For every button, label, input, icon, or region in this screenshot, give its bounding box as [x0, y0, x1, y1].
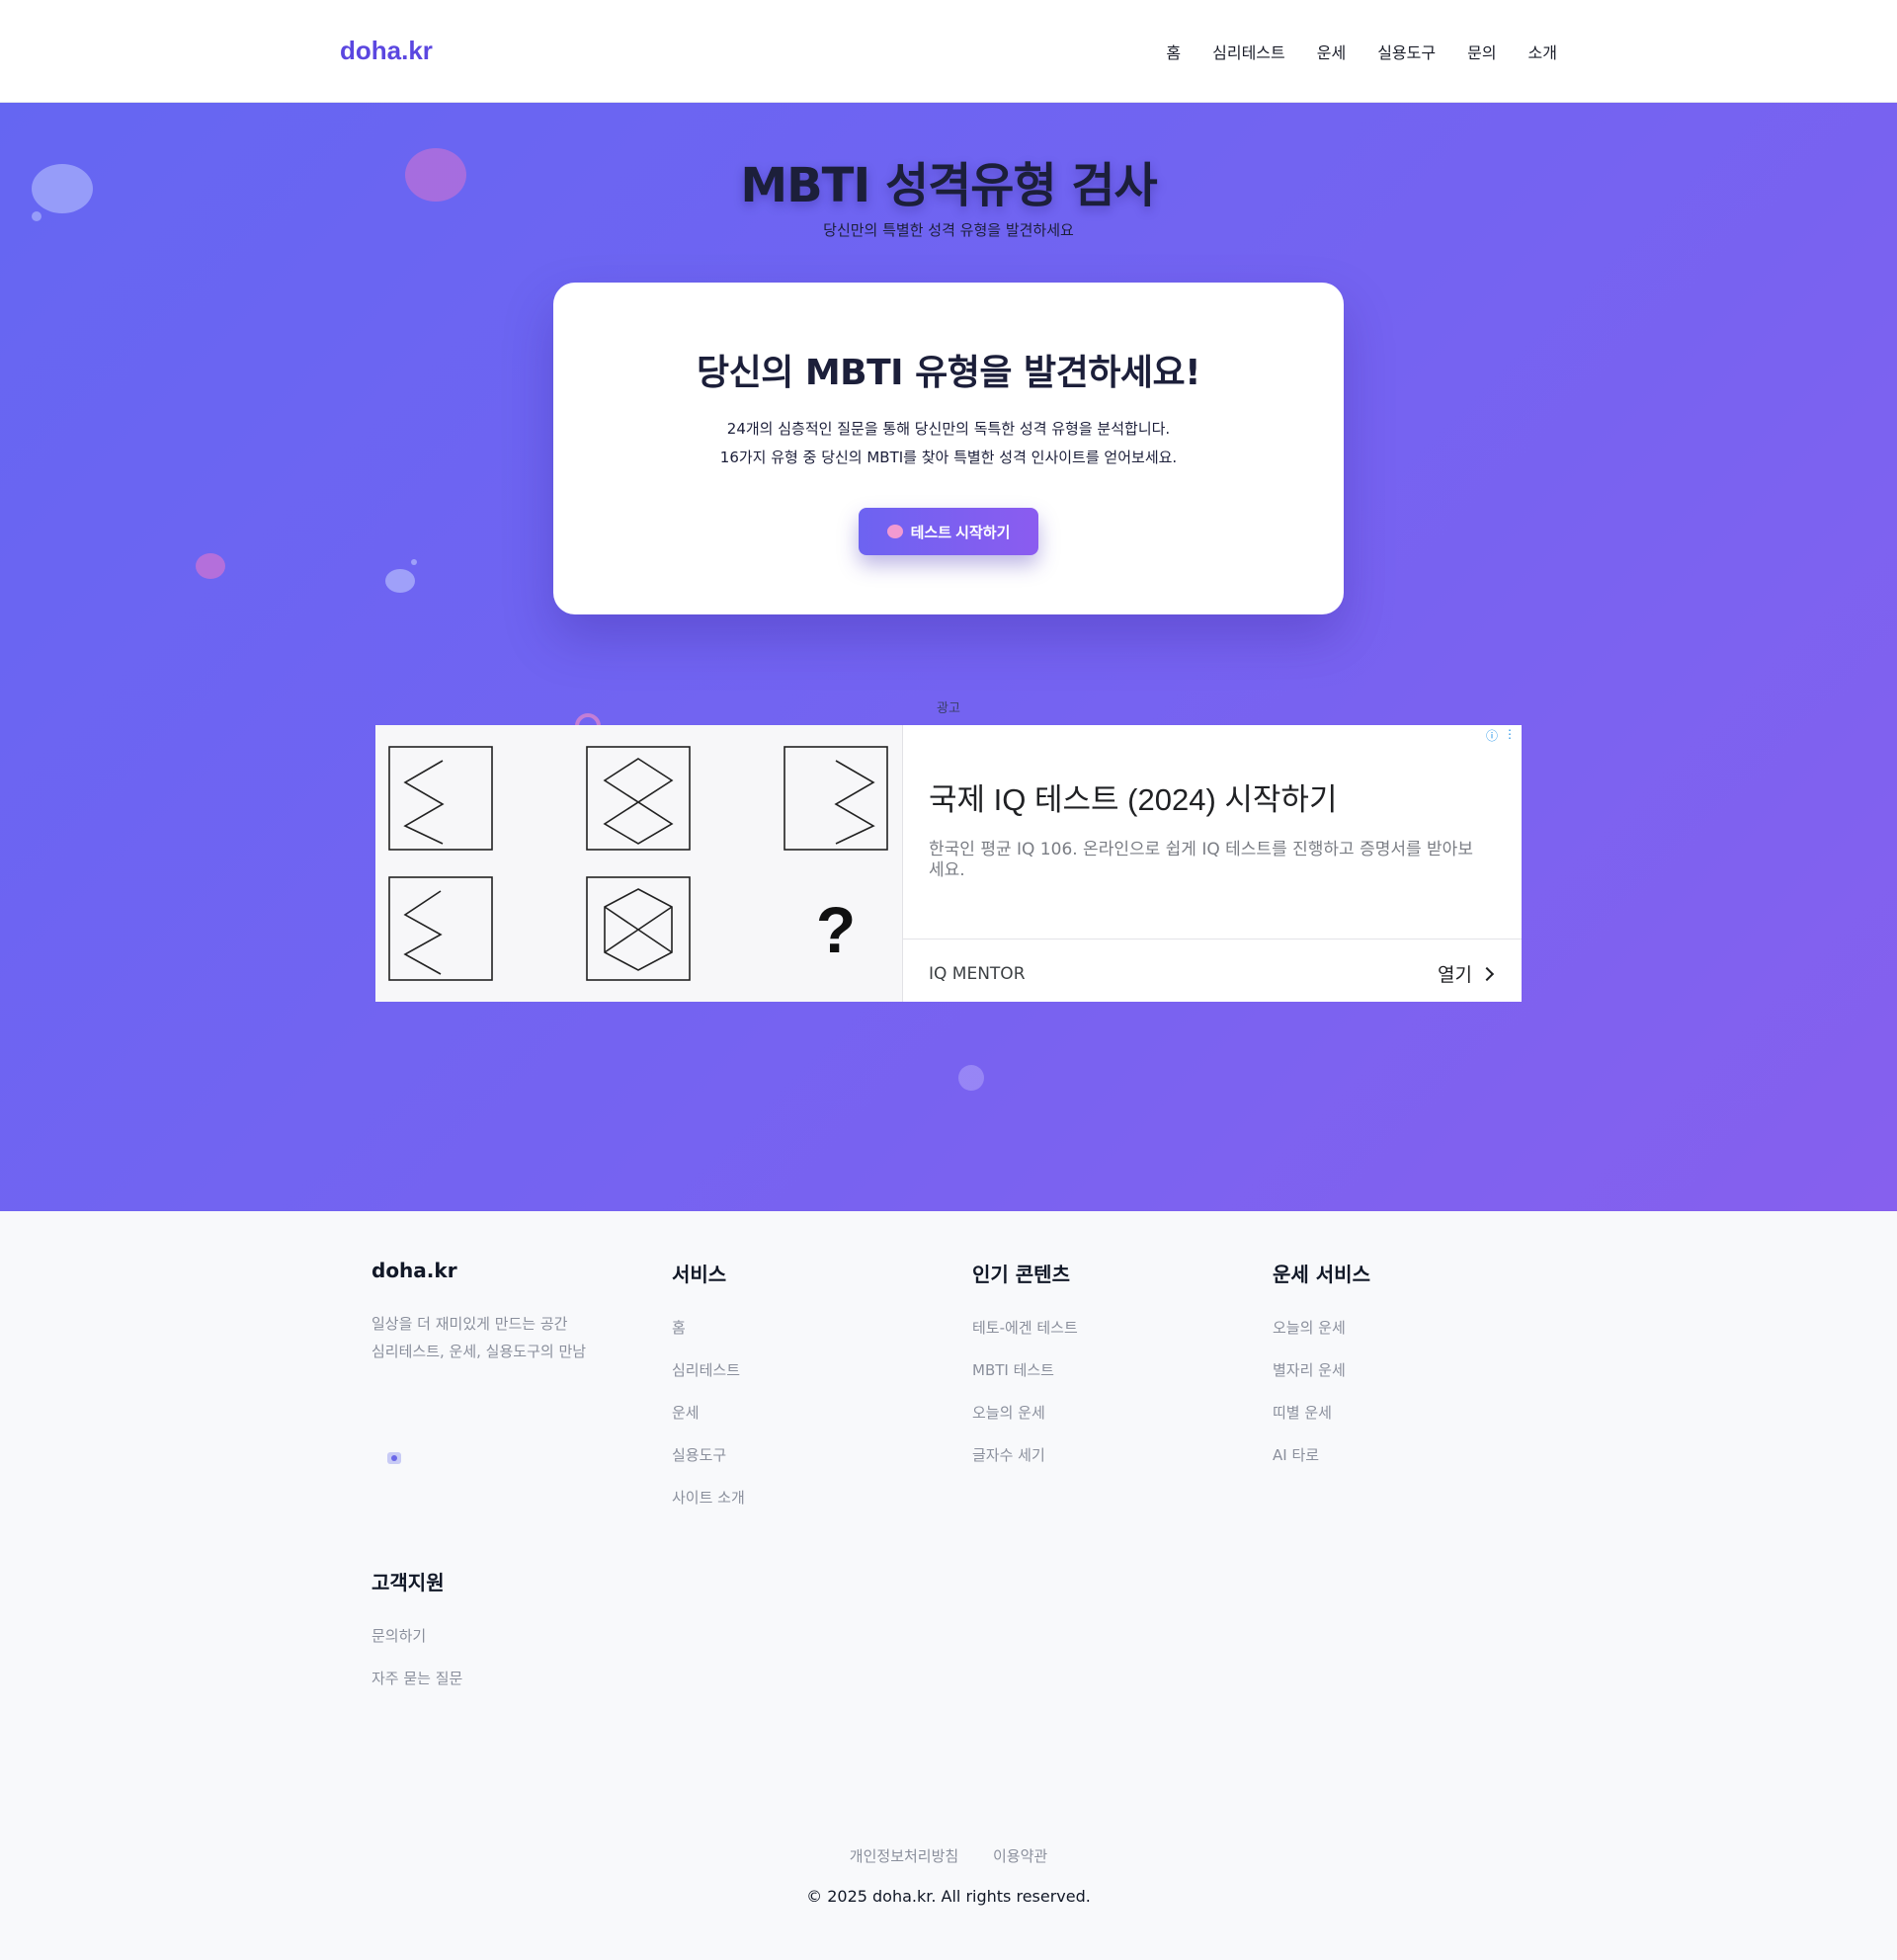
- sparkle-icon: [958, 1065, 984, 1091]
- nav-home[interactable]: 홈: [1166, 40, 1181, 63]
- footer-link[interactable]: 오늘의 운세: [1273, 1317, 1370, 1359]
- cloud-icon: [385, 569, 415, 593]
- puzzle-tile: [784, 746, 888, 851]
- nav-psych-tests[interactable]: 심리테스트: [1212, 40, 1285, 63]
- puzzle-tile-shape: [403, 760, 445, 845]
- footer-services-column: 서비스 홈 심리테스트 운세 실용도구 사이트 소개: [672, 1259, 745, 1529]
- nav-fortune[interactable]: 운세: [1317, 40, 1346, 63]
- ad-content[interactable]: ⓘ ⋮ 국제 IQ 테스트 (2024) 시작하기 한국인 평균 IQ 106.…: [903, 725, 1522, 1002]
- nav-tools[interactable]: 실용도구: [1377, 40, 1436, 63]
- hero-section: MBTI 성격유형 검사 당신만의 특별한 성격 유형을 발견하세요 당신의 M…: [0, 103, 1897, 1211]
- puzzle-question-mark: ?: [816, 893, 856, 966]
- brain-icon: [886, 525, 903, 538]
- footer-link[interactable]: 띠별 운세: [1273, 1402, 1370, 1444]
- footer-fortune-column: 운세 서비스 오늘의 운세 별자리 운세 띠별 운세 AI 타로: [1273, 1259, 1370, 1487]
- ad-headline[interactable]: 국제 IQ 테스트 (2024) 시작하기: [929, 775, 1337, 819]
- footer-desc-line: 일상을 더 재미있게 만드는 공간: [371, 1315, 568, 1333]
- footer-description: 일상을 더 재미있게 만드는 공간 심리테스트, 운세, 실용도구의 만남: [371, 1310, 648, 1365]
- page-title: MBTI 성격유형 검사: [740, 158, 1157, 213]
- ad-body-text: 한국인 평균 IQ 106. 온라인으로 쉽게 IQ 테스트를 진행하고 증명서…: [929, 840, 1473, 880]
- puzzle-tile: [586, 876, 691, 981]
- footer-legal-links: 개인정보처리방침 이용약관: [0, 1845, 1897, 1866]
- footer-link[interactable]: 운세: [672, 1402, 745, 1444]
- cloud-dot-icon: [411, 559, 417, 565]
- footer-link[interactable]: 오늘의 운세: [972, 1402, 1078, 1444]
- ad-open-button[interactable]: 열기: [1438, 960, 1495, 987]
- ad-menu-icon[interactable]: ⋮: [1504, 727, 1516, 744]
- site-footer: doha.kr 일상을 더 재미있게 만드는 공간 심리테스트, 운세, 실용도…: [0, 1211, 1897, 1960]
- puzzle-tile: [586, 746, 691, 851]
- ad-banner[interactable]: ? ⓘ ⋮ 국제 IQ 테스트 (2024) 시작하기 한국인 평균 IQ 10…: [375, 725, 1522, 1002]
- privacy-policy-link[interactable]: 개인정보처리방침: [850, 1847, 958, 1865]
- footer-link[interactable]: 문의하기: [371, 1625, 462, 1668]
- intro-description: 24개의 심층적인 질문을 통해 당신만의 독특한 성격 유형을 분석합니다. …: [553, 415, 1344, 472]
- start-test-label: 테스트 시작하기: [910, 524, 1011, 541]
- brain-icon: [196, 553, 225, 579]
- copyright: © 2025 doha.kr. All rights reserved.: [806, 1887, 1091, 1906]
- footer-link[interactable]: 테토-에겐 테스트: [972, 1317, 1078, 1359]
- ad-advertiser: IQ MENTOR: [929, 964, 1026, 984]
- puzzle-tile-shape: [403, 890, 443, 975]
- footer-link[interactable]: 사이트 소개: [672, 1487, 745, 1529]
- footer-brand-column: doha.kr 일상을 더 재미있게 만드는 공간 심리테스트, 운세, 실용도…: [371, 1259, 648, 1464]
- footer-link[interactable]: AI 타로: [1273, 1444, 1370, 1487]
- ad-label: 광고: [937, 701, 960, 716]
- ad-info-icon[interactable]: ⓘ: [1486, 727, 1498, 744]
- puzzle-tile-shape: [603, 758, 674, 845]
- footer-link[interactable]: MBTI 테스트: [972, 1359, 1078, 1402]
- ad-info: ⓘ ⋮: [1486, 727, 1516, 744]
- chevron-right-icon: [1479, 966, 1495, 981]
- footer-column-title: 운세 서비스: [1273, 1263, 1370, 1286]
- page-subtitle: 당신만의 특별한 성격 유형을 발견하세요: [823, 221, 1074, 239]
- intro-desc-line: 16가지 유형 중 당신의 MBTI를 찾아 특별한 성격 인사이트를 얻어보세…: [719, 449, 1178, 466]
- site-header: doha.kr 홈 심리테스트 운세 실용도구 문의 소개: [0, 0, 1897, 103]
- intro-card: 당신의 MBTI 유형을 발견하세요! 24개의 심층적인 질문을 통해 당신만…: [553, 283, 1344, 614]
- footer-popular-column: 인기 콘텐츠 테토-에겐 테스트 MBTI 테스트 오늘의 운세 글자수 세기: [972, 1259, 1078, 1487]
- footer-link[interactable]: 글자수 세기: [972, 1444, 1078, 1487]
- terms-link[interactable]: 이용약관: [993, 1847, 1047, 1865]
- puzzle-tile-shape: [834, 760, 875, 845]
- footer-column-title: 인기 콘텐츠: [972, 1263, 1070, 1286]
- footer-column-title: 고객지원: [371, 1571, 445, 1594]
- footer-desc-line: 심리테스트, 운세, 실용도구의 만남: [371, 1343, 587, 1360]
- footer-link[interactable]: 별자리 운세: [1273, 1359, 1370, 1402]
- iq-puzzle-image[interactable]: ?: [375, 725, 903, 1002]
- footer-column-title: 서비스: [672, 1263, 727, 1286]
- puzzle-tile: [388, 876, 493, 981]
- footer-link[interactable]: 자주 묻는 질문: [371, 1668, 462, 1710]
- nav-about[interactable]: 소개: [1528, 40, 1557, 63]
- footer-logo[interactable]: doha.kr: [371, 1259, 648, 1282]
- ad-open-label: 열기: [1438, 964, 1472, 986]
- intro-desc-line: 24개의 심층적인 질문을 통해 당신만의 독특한 성격 유형을 분석합니다.: [726, 420, 1171, 438]
- footer-link[interactable]: 심리테스트: [672, 1359, 745, 1402]
- footer-link[interactable]: 홈: [672, 1317, 745, 1359]
- start-test-button[interactable]: 테스트 시작하기: [859, 508, 1038, 555]
- intro-title: 당신의 MBTI 유형을 발견하세요!: [696, 353, 1201, 393]
- footer-link[interactable]: 실용도구: [672, 1444, 745, 1487]
- site-logo[interactable]: doha.kr: [340, 36, 433, 66]
- main-nav: 홈 심리테스트 운세 실용도구 문의 소개: [1166, 40, 1557, 63]
- footer-support-column: 고객지원 문의하기 자주 묻는 질문: [371, 1567, 462, 1710]
- badge-icon: [387, 1452, 401, 1464]
- iq-puzzle-graphic: ?: [388, 746, 888, 981]
- nav-contact[interactable]: 문의: [1467, 40, 1496, 63]
